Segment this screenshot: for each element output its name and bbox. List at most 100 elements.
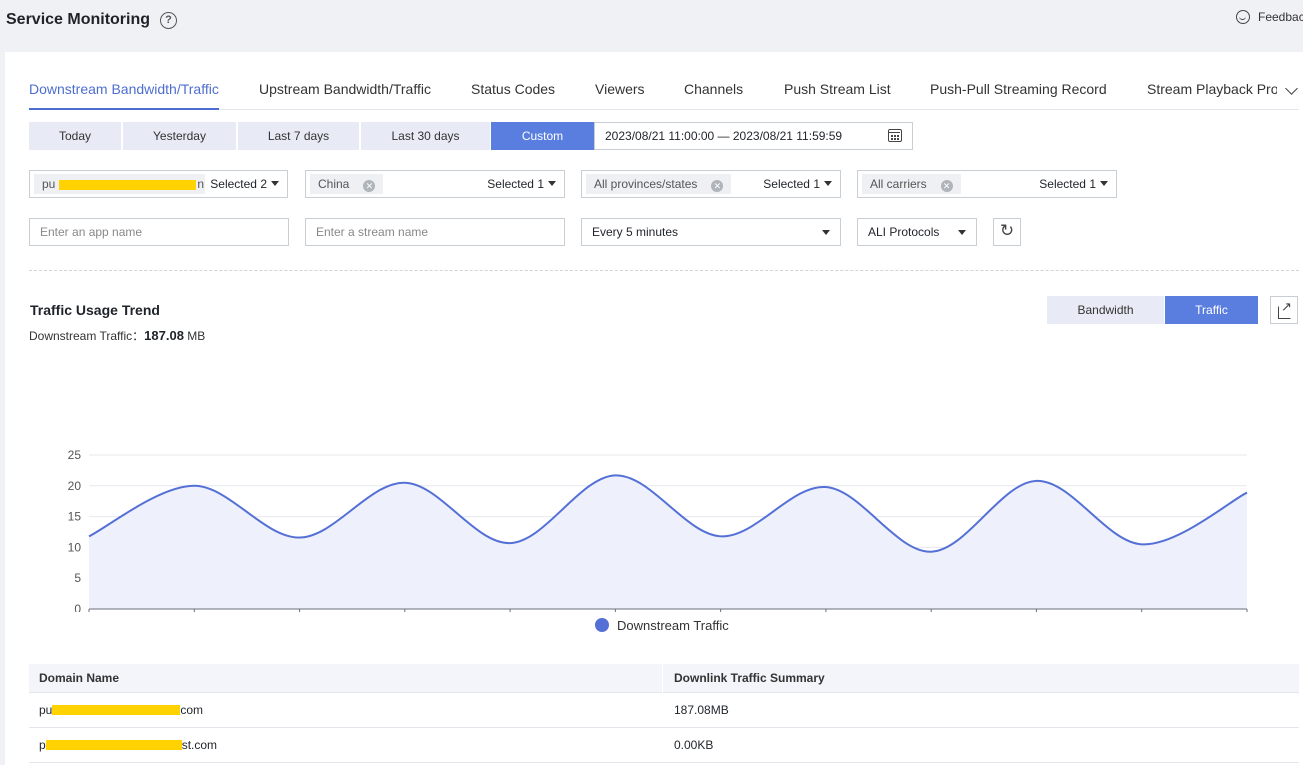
feedback-button[interactable]: Feedbac — [1236, 10, 1303, 24]
header-downlink-traffic: Downlink Traffic Summary — [674, 671, 825, 685]
preset-custom[interactable]: Custom — [491, 122, 594, 150]
table-row: p st.com 0.00KB — [29, 728, 1299, 763]
carrier-tag: All carriers ✕ — [862, 174, 961, 194]
domain-tag-end: n — [197, 177, 204, 191]
calendar-icon — [888, 129, 902, 142]
interval-value: Every 5 minutes — [592, 225, 679, 239]
region-count-label: Selected 1 — [487, 177, 544, 191]
caret-down-icon — [824, 181, 832, 186]
summary-unit: MB — [187, 329, 206, 343]
chart-legend[interactable]: Downstream Traffic — [595, 618, 729, 633]
summary-label: Downstream Traffic： — [29, 329, 145, 343]
redaction-mark — [52, 705, 181, 715]
preset-yesterday[interactable]: Yesterday — [123, 122, 236, 150]
legend-label: Downstream Traffic — [617, 618, 729, 633]
date-range-value: 2023/08/21 11:00:00 — 2023/08/21 11:59:5… — [605, 129, 843, 143]
carrier-select-count: Selected 1 — [1039, 171, 1108, 197]
preset-last-30-days[interactable]: Last 30 days — [361, 122, 490, 150]
domain-count-label: Selected 2 — [210, 177, 267, 191]
carrier-count-label: Selected 1 — [1039, 177, 1096, 191]
close-icon[interactable]: ✕ — [711, 180, 724, 192]
interval-select[interactable]: Every 5 minutes — [581, 218, 841, 246]
y-tick-label: 20 — [68, 479, 82, 493]
row-domain: p st.com — [39, 728, 217, 762]
protocol-value: ALI Protocols — [868, 225, 940, 239]
redaction-mark — [59, 180, 196, 190]
domain-select[interactable]: pu n Selected 2 — [29, 170, 288, 198]
header-domain-name: Domain Name — [39, 671, 120, 685]
caret-down-icon — [1100, 181, 1108, 186]
tab-push-pull-streaming-record[interactable]: Push-Pull Streaming Record — [930, 80, 1107, 110]
date-range-picker[interactable]: 2023/08/21 11:00:00 — 2023/08/21 11:59:5… — [594, 122, 913, 150]
domain-select-count: Selected 2 — [210, 171, 279, 197]
domain-table: Domain Name Downlink Traffic Summary pu c… — [29, 664, 1299, 763]
tab-viewers[interactable]: Viewers — [595, 80, 645, 110]
tab-push-stream-list[interactable]: Push Stream List — [784, 80, 891, 110]
help-icon[interactable]: ? — [160, 12, 177, 29]
region-tag: China ✕ — [310, 174, 384, 194]
toggle-bandwidth[interactable]: Bandwidth — [1047, 296, 1164, 324]
close-icon[interactable]: ✕ — [940, 180, 953, 192]
tab-channels[interactable]: Channels — [684, 80, 743, 110]
preset-last-7-days[interactable]: Last 7 days — [238, 122, 359, 150]
page-title: Service Monitoring — [6, 11, 151, 28]
province-select-count: Selected 1 — [763, 171, 832, 197]
protocol-select[interactable]: ALI Protocols — [857, 218, 977, 246]
row-domain-end: com — [180, 703, 204, 717]
province-tag-label: All provinces/states — [594, 177, 698, 191]
caret-down-icon — [822, 230, 830, 235]
close-icon[interactable]: ✕ — [363, 180, 376, 192]
refresh-button[interactable]: ↻ — [993, 218, 1021, 246]
province-select[interactable]: All provinces/states ✕ Selected 1 — [581, 170, 841, 198]
carrier-tag-label: All carriers — [870, 177, 927, 191]
chevron-down-icon[interactable] — [1285, 82, 1298, 95]
refresh-icon: ↻ — [999, 221, 1015, 240]
redaction-mark — [45, 740, 182, 750]
table-row: pu com 187.08MB — [29, 693, 1299, 728]
tab-upstream-bandwidth-traffic[interactable]: Upstream Bandwidth/Traffic — [259, 80, 431, 110]
domain-tag-start: pu — [42, 177, 56, 191]
row-traffic: 187.08MB — [674, 703, 729, 717]
row-domain-end: st.com — [181, 738, 218, 752]
region-select[interactable]: China ✕ Selected 1 — [305, 170, 565, 198]
legend-dot-icon — [595, 618, 609, 632]
toggle-traffic[interactable]: Traffic — [1165, 296, 1258, 324]
region-select-count: Selected 1 — [487, 171, 556, 197]
export-icon[interactable] — [1270, 296, 1298, 324]
chart-title: Traffic Usage Trend — [30, 302, 160, 318]
province-tag: All provinces/states ✕ — [586, 174, 732, 194]
tab-downstream-bandwidth-traffic[interactable]: Downstream Bandwidth/Traffic — [29, 80, 219, 110]
caret-down-icon — [958, 230, 966, 235]
tab-bar: Downstream Bandwidth/Traffic Upstream Ba… — [29, 80, 1299, 110]
top-bar: Service Monitoring ? Feedbac — [0, 0, 1303, 42]
column-divider — [662, 664, 663, 693]
traffic-chart: 05101520252023/8/2111:00:002023/8/2111:0… — [68, 448, 1248, 612]
tab-stream-playback[interactable]: Stream Playback Pro — [1147, 80, 1277, 110]
row-traffic: 0.00KB — [674, 738, 714, 752]
chart-summary: Downstream Traffic：187.08 MB — [29, 327, 205, 344]
summary-value: 187.08 — [144, 328, 184, 343]
province-count-label: Selected 1 — [763, 177, 820, 191]
row-domain: pu com — [39, 693, 203, 727]
carrier-select[interactable]: All carriers ✕ Selected 1 — [857, 170, 1117, 198]
feedback-label: Feedbac — [1258, 10, 1303, 24]
series-area — [89, 475, 1247, 609]
y-tick-label: 15 — [68, 510, 82, 524]
y-tick-label: 10 — [68, 540, 82, 554]
table-header: Domain Name Downlink Traffic Summary — [29, 664, 1299, 693]
caret-down-icon — [271, 181, 279, 186]
region-tag-label: China — [318, 177, 350, 191]
y-tick-label: 5 — [74, 571, 81, 585]
smiley-icon — [1236, 10, 1250, 24]
row-domain-start: p — [39, 738, 46, 752]
main-panel: Downstream Bandwidth/Traffic Upstream Ba… — [5, 52, 1303, 765]
app-name-input[interactable]: Enter an app name — [29, 218, 289, 246]
stream-name-input[interactable]: Enter a stream name — [305, 218, 565, 246]
preset-today[interactable]: Today — [29, 122, 121, 150]
tab-status-codes[interactable]: Status Codes — [471, 80, 555, 110]
row-domain-start: pu — [39, 703, 53, 717]
section-divider — [29, 270, 1299, 271]
y-tick-label: 0 — [74, 602, 81, 612]
caret-down-icon — [548, 181, 556, 186]
y-tick-label: 25 — [68, 448, 82, 462]
